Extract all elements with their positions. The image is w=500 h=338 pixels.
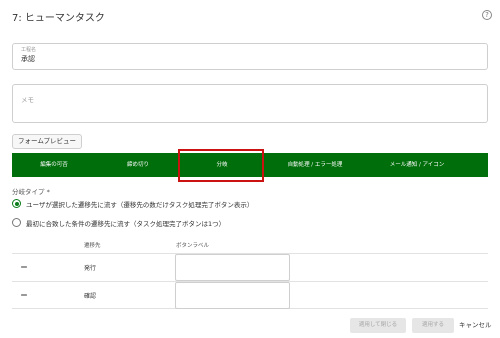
radio-label: 最初に合致した条件の遷移先に流す（タスク処理完了ボタンは1つ） [26, 220, 226, 228]
step-name-field[interactable]: 工程名 承認 [12, 43, 488, 70]
destination-name: 発行 [84, 265, 97, 272]
destination-header: 遷移先 [84, 243, 101, 249]
memo-placeholder: メモ [21, 96, 34, 104]
table-row: ＝ 発行 [12, 253, 488, 281]
radio-option-first-match[interactable]: 最初に合致した条件の遷移先に流す（タスク処理完了ボタンは1つ） [12, 217, 312, 229]
destination-name: 確認 [84, 293, 97, 300]
button-label-header: ボタンラベル [176, 243, 210, 249]
radio-button-selected[interactable] [12, 199, 21, 208]
table-row: ＝ 確認 [12, 281, 488, 309]
tab-auto-processing[interactable]: 自動処理 / エラー処理 [264, 153, 366, 177]
apply-button[interactable]: 適用する [412, 318, 454, 333]
dialog-title: 7: ヒューマンタスク [12, 13, 105, 24]
drag-handle-icon[interactable]: ＝ [20, 292, 28, 300]
branch-type-label: 分岐タイプ * [12, 188, 50, 196]
apply-and-close-button[interactable]: 適用して閉じる [350, 318, 406, 333]
drag-handle-icon[interactable]: ＝ [20, 264, 28, 272]
step-name-label: 工程名 [21, 47, 37, 53]
cancel-button[interactable]: キャンセル [459, 318, 492, 333]
button-label-input[interactable] [175, 282, 290, 309]
radio-option-user-selected[interactable]: ユーザが選択した遷移先に流す（遷移先の数だけタスク処理完了ボタン表示） [12, 198, 312, 210]
active-tab-highlight [178, 149, 264, 182]
help-icon[interactable]: ? [482, 10, 492, 20]
radio-label: ユーザが選択した遷移先に流す（遷移先の数だけタスク処理完了ボタン表示） [26, 201, 254, 209]
tab-mail-notification[interactable]: メール通知 / アイコン [366, 153, 468, 177]
tab-edit-permission[interactable]: 編集の可否 [12, 153, 96, 177]
radio-button[interactable] [12, 218, 21, 227]
form-preview-button[interactable]: フォームプレビュー [12, 134, 82, 149]
step-name-value[interactable]: 承認 [21, 54, 35, 64]
memo-field[interactable]: メモ [12, 84, 488, 123]
button-label-input[interactable] [175, 254, 290, 281]
tab-deadline[interactable]: 締め切り [96, 153, 180, 177]
